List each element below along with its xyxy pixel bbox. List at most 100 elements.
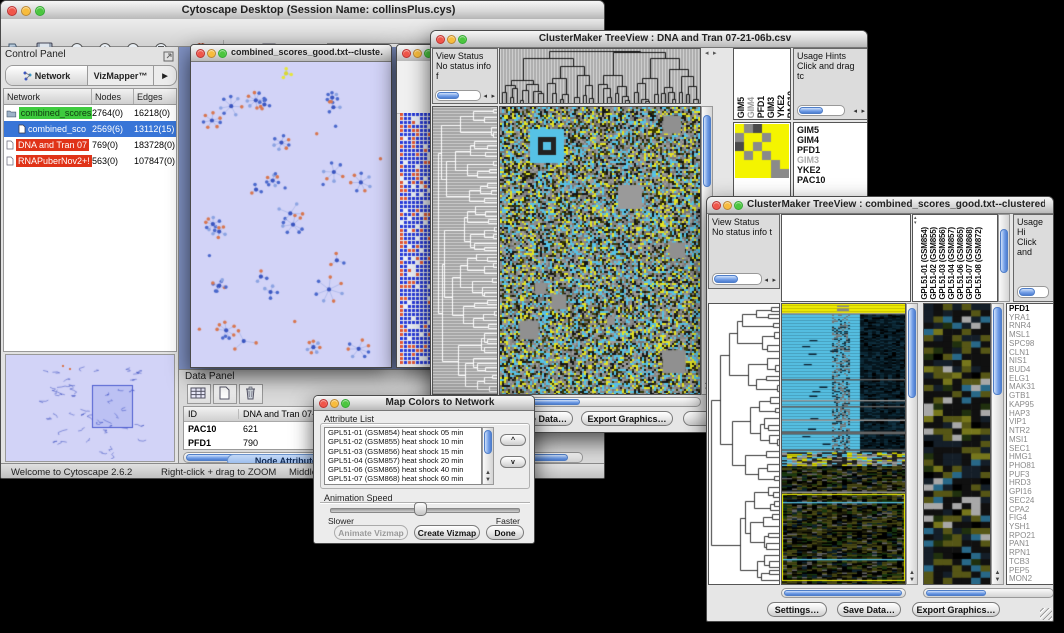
gene-label[interactable]: MON2 <box>1009 575 1051 584</box>
treeview1-titlebar[interactable]: ClusterMaker TreeView : DNA and Tran 07-… <box>431 31 867 48</box>
scroll-left-icon[interactable]: ◂ <box>705 49 709 59</box>
table-row-selected[interactable]: combined_sco 2569(6) 13112(15) <box>4 121 176 137</box>
export-graphics-button[interactable]: Export Graphics… <box>581 411 673 426</box>
animation-speed-slider-thumb[interactable] <box>414 502 427 516</box>
minimize-button[interactable] <box>207 49 216 58</box>
column-label[interactable]: GIM3 <box>766 97 776 118</box>
attribute-item[interactable]: GPL51-03 (GSM856) heat shock 15 min <box>325 447 481 456</box>
move-down-button[interactable]: v <box>500 456 526 468</box>
view-status-hscrollbar[interactable] <box>712 273 762 285</box>
move-up-button[interactable]: ^ <box>500 434 526 446</box>
column-label[interactable]: GPL51-04 (GSM857) <box>947 227 956 300</box>
heatmap-canvas[interactable] <box>782 304 905 584</box>
done-button[interactable]: Done <box>486 525 524 540</box>
view-status-hscrollbar[interactable] <box>435 90 481 101</box>
new-attribute-icon[interactable] <box>213 384 237 404</box>
gene-list-vscrollbar[interactable]: ▲▼ <box>991 303 1004 585</box>
column-label[interactable]: GPL51-08 (GSM872) <box>974 227 983 300</box>
zoom-window-button[interactable] <box>218 49 227 58</box>
col-nodes[interactable]: Nodes <box>92 89 134 104</box>
usage-hints-hscrollbar[interactable] <box>1017 286 1049 298</box>
animate-vizmap-button[interactable]: Animate Vizmap <box>334 525 408 540</box>
column-dendrogram-canvas[interactable] <box>500 49 700 103</box>
col-edges[interactable]: Edges <box>134 89 176 104</box>
resize-grip[interactable] <box>1040 608 1052 620</box>
scroll-right-icon[interactable]: ▸ <box>713 49 717 59</box>
column-label[interactable]: PFD1 <box>756 96 766 118</box>
row-label[interactable]: GIM5 <box>797 125 864 135</box>
heatmap-canvas[interactable] <box>500 107 700 394</box>
zoom-window-button[interactable] <box>458 35 467 44</box>
scroll-down-icon[interactable]: ▼ <box>485 477 491 483</box>
attribute-item[interactable]: GPL51-04 (GSM857) heat shock 20 min <box>325 456 481 465</box>
delete-attribute-trash-icon[interactable] <box>239 384 263 404</box>
scroll-right-icon[interactable]: ▸ <box>772 276 776 286</box>
create-vizmap-button[interactable]: Create Vizmap <box>414 525 480 540</box>
table-row[interactable]: RNAPuberNov2+! 563(0) 107847(0) <box>4 153 176 169</box>
scrollbar-thumb[interactable] <box>714 275 738 283</box>
dialog-titlebar[interactable]: Map Colors to Network <box>314 396 534 411</box>
scroll-right-icon[interactable]: ▸ <box>861 107 865 117</box>
scrollbar-thumb[interactable] <box>1000 229 1008 273</box>
minimize-button[interactable] <box>723 201 732 210</box>
close-button[interactable] <box>7 6 17 16</box>
main-titlebar[interactable]: Cytoscape Desktop (Session Name: collins… <box>1 1 604 20</box>
row-label[interactable]: GIM3 <box>797 155 864 165</box>
scroll-left-icon[interactable]: ◂ <box>853 107 857 117</box>
close-button[interactable] <box>196 49 205 58</box>
network-overview-panel[interactable] <box>5 354 175 462</box>
close-button[interactable] <box>319 399 328 408</box>
scroll-up-icon[interactable]: ▲ <box>909 570 915 576</box>
scrollbar-thumb[interactable] <box>908 308 916 398</box>
column-label[interactable]: GPL51-06 (GSM865) <box>956 227 965 300</box>
tab-overflow-arrow[interactable]: ▶ <box>154 66 176 85</box>
scrollbar-thumb[interactable] <box>484 430 492 454</box>
table-row[interactable]: combined_scores 2764(0) 16218(0) <box>4 105 176 121</box>
heatmap-vscrollbar[interactable]: ▲▼ <box>906 303 918 585</box>
column-label[interactable]: GPL51-02 (GSM855) <box>929 227 938 300</box>
row-label[interactable]: PAC10 <box>797 175 864 185</box>
minimize-button[interactable] <box>330 399 339 408</box>
attribute-select-icon[interactable] <box>187 384 211 404</box>
settings-button[interactable]: Settings… <box>767 602 827 617</box>
column-label[interactable]: GIM4 <box>746 97 756 118</box>
column-label[interactable]: GPL51-01 (GSM854) <box>920 227 929 300</box>
network-overview-canvas[interactable] <box>6 355 172 459</box>
scrollbar-thumb[interactable] <box>993 307 1002 395</box>
scrollbar-thumb[interactable] <box>1019 288 1035 296</box>
row-label[interactable]: GIM4 <box>797 135 864 145</box>
scroll-right-icon[interactable]: ▸ <box>491 92 495 102</box>
network-canvas[interactable] <box>191 62 391 368</box>
treeview2-hscrollbar[interactable] <box>781 588 906 598</box>
attribute-item[interactable]: GPL51-02 (GSM855) heat shock 10 min <box>325 437 481 446</box>
column-label[interactable]: GIM5 <box>736 97 746 118</box>
attribute-item[interactable]: GPL51-06 (GSM865) heat shock 40 min <box>325 465 481 474</box>
label-scroll-arrows[interactable]: ▴▾ <box>914 216 917 226</box>
column-label[interactable]: YKE2 <box>776 95 786 118</box>
save-data-button[interactable]: Save Data… <box>837 602 901 617</box>
row-label[interactable]: YKE2 <box>797 165 864 175</box>
minimize-button[interactable] <box>21 6 31 16</box>
tab-vizmapper[interactable]: VizMapper™ <box>88 66 154 85</box>
column-label[interactable]: PAC10 <box>786 91 791 118</box>
row-label[interactable]: PFD1 <box>797 145 864 155</box>
close-button[interactable] <box>436 35 445 44</box>
close-button[interactable] <box>402 49 411 58</box>
scrollbar-thumb[interactable] <box>926 590 986 596</box>
column-labels-vscrollbar[interactable] <box>998 214 1010 302</box>
scrollbar-thumb[interactable] <box>799 107 823 114</box>
table-row[interactable]: DNA and Tran 07 769(0) 183728(0) <box>4 137 176 153</box>
col-network[interactable]: Network <box>4 89 92 104</box>
row-dendrogram-canvas[interactable] <box>433 107 497 394</box>
scroll-up-icon[interactable]: ▲ <box>995 570 1001 576</box>
attribute-list-vscrollbar[interactable]: ▲▼ <box>482 427 494 485</box>
network-view-titlebar[interactable]: combined_scores_good.txt--cluste… <box>191 45 391 62</box>
scrollbar-thumb[interactable] <box>437 92 459 99</box>
column-dendrogram-box[interactable] <box>781 214 911 302</box>
attribute-item[interactable]: GPL51-07 (GSM868) heat shock 60 min <box>325 474 481 483</box>
usage-hints-hscrollbar[interactable] <box>797 105 845 116</box>
row-dendrogram-canvas[interactable] <box>709 304 779 584</box>
export-graphics-button[interactable]: Export Graphics… <box>912 602 1000 617</box>
column-label[interactable]: GPL51-03 (GSM856) <box>938 227 947 300</box>
minimize-button[interactable] <box>413 49 422 58</box>
